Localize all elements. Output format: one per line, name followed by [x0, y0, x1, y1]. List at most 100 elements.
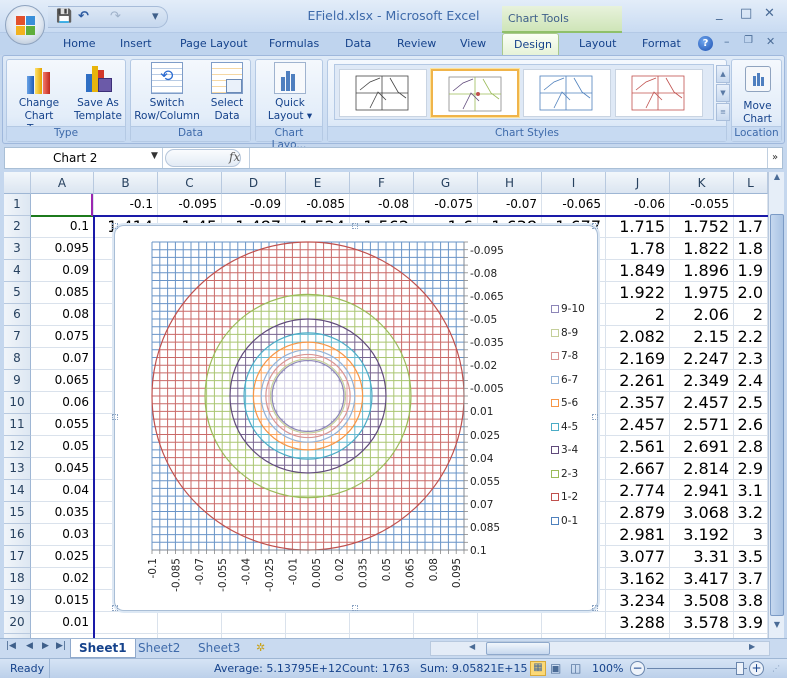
cell-k7[interactable]: 2.15	[670, 326, 734, 348]
cell-k2[interactable]: 1.752	[670, 216, 734, 238]
first-sheet-icon[interactable]: |◀	[6, 641, 16, 651]
cell-j2[interactable]: 1.715	[606, 216, 670, 238]
cell-l10[interactable]: 2.5	[734, 392, 768, 414]
vertical-scrollbar[interactable]: ▲ ▼	[768, 172, 784, 638]
legend-item-2-3[interactable]: 2-3	[551, 468, 578, 480]
horizontal-scrollbar[interactable]: ◀ ▶	[430, 641, 770, 656]
tab-page-layout[interactable]: Page Layout	[180, 37, 248, 50]
cell-a11[interactable]: 0.055	[31, 414, 94, 436]
table-cell[interactable]	[350, 612, 414, 634]
cell-k1[interactable]: -0.055	[670, 194, 734, 216]
row-header-7[interactable]: 7	[4, 326, 31, 348]
cell-j18[interactable]: 3.162	[606, 568, 670, 590]
cell-k14[interactable]: 2.941	[670, 480, 734, 502]
chart-style-3[interactable]	[523, 69, 611, 117]
legend-item-6-7[interactable]: 6-7	[551, 374, 578, 386]
cell-a10[interactable]: 0.06	[31, 392, 94, 414]
cell-a9[interactable]: 0.065	[31, 370, 94, 392]
cell-k9[interactable]: 2.349	[670, 370, 734, 392]
cell-f1[interactable]: -0.08	[350, 194, 414, 216]
column-header-g[interactable]: G	[414, 172, 478, 194]
cell-a14[interactable]: 0.04	[31, 480, 94, 502]
scroll-left-icon[interactable]: ◀	[469, 642, 475, 651]
cell-j1[interactable]: -0.06	[606, 194, 670, 216]
column-header-h[interactable]: H	[478, 172, 542, 194]
cell-k6[interactable]: 2.06	[670, 304, 734, 326]
cell-a4[interactable]: 0.09	[31, 260, 94, 282]
cell-k13[interactable]: 2.814	[670, 458, 734, 480]
column-header-l[interactable]: L	[734, 172, 768, 194]
cell-c1[interactable]: -0.095	[158, 194, 222, 216]
cell-j10[interactable]: 2.357	[606, 392, 670, 414]
cell-j9[interactable]: 2.261	[606, 370, 670, 392]
cell-b1[interactable]: -0.1	[94, 194, 158, 216]
column-header-f[interactable]: F	[350, 172, 414, 194]
vertical-scroll-thumb[interactable]	[770, 214, 784, 616]
cell-l3[interactable]: 1.8	[734, 238, 768, 260]
styles-scroll-up-button[interactable]: ▲	[716, 65, 730, 83]
cell-l20[interactable]: 3.9	[734, 612, 768, 634]
row-header-8[interactable]: 8	[4, 348, 31, 370]
cell-a19[interactable]: 0.015	[31, 590, 94, 612]
table-cell[interactable]	[414, 612, 478, 634]
close-button[interactable]: ✕	[764, 6, 775, 21]
save-as-template-button[interactable]: Save As Template	[71, 62, 125, 123]
chart-style-2[interactable]	[431, 69, 519, 117]
cell-j15[interactable]: 2.879	[606, 502, 670, 524]
next-sheet-icon[interactable]: ▶	[42, 641, 49, 651]
cell-j3[interactable]: 1.78	[606, 238, 670, 260]
office-button[interactable]	[5, 5, 45, 45]
cell-l14[interactable]: 3.1	[734, 480, 768, 502]
name-box[interactable]: Chart 2	[5, 148, 163, 168]
redo-icon[interactable]: ↷	[110, 10, 121, 24]
cell-a15[interactable]: 0.035	[31, 502, 94, 524]
tab-insert[interactable]: Insert	[120, 37, 152, 50]
name-box-dropdown-icon[interactable]: ▼	[151, 151, 158, 161]
legend-item-0-1[interactable]: 0-1	[551, 515, 578, 527]
legend-item-8-9[interactable]: 8-9	[551, 327, 578, 339]
cell-e1[interactable]: -0.085	[286, 194, 350, 216]
maximize-button[interactable]: □	[740, 6, 752, 21]
tab-review[interactable]: Review	[397, 37, 436, 50]
row-header-6[interactable]: 6	[4, 304, 31, 326]
cell-j6[interactable]: 2	[606, 304, 670, 326]
cell-j4[interactable]: 1.849	[606, 260, 670, 282]
customize-qat-icon[interactable]: ▾	[152, 10, 159, 24]
cell-l7[interactable]: 2.2	[734, 326, 768, 348]
scroll-up-icon[interactable]: ▲	[770, 172, 784, 188]
chart-style-4[interactable]	[615, 69, 703, 117]
cell-k8[interactable]: 2.247	[670, 348, 734, 370]
row-header-20[interactable]: 20	[4, 612, 31, 634]
table-cell[interactable]	[286, 612, 350, 634]
help-icon[interactable]: ?	[698, 36, 713, 51]
insert-sheet-icon[interactable]: ✲	[256, 641, 265, 654]
row-header-5[interactable]: 5	[4, 282, 31, 304]
save-icon[interactable]: 💾	[56, 10, 72, 24]
prev-sheet-icon[interactable]: ◀	[26, 641, 33, 651]
cell-l2[interactable]: 1.7	[734, 216, 768, 238]
cell-l13[interactable]: 2.9	[734, 458, 768, 480]
expand-formula-bar-icon[interactable]: »	[767, 148, 782, 168]
normal-view-button[interactable]: ▦	[530, 661, 546, 676]
cell-k15[interactable]: 3.068	[670, 502, 734, 524]
tab-formulas[interactable]: Formulas	[269, 37, 319, 50]
table-cell[interactable]	[158, 612, 222, 634]
cell-a18[interactable]: 0.02	[31, 568, 94, 590]
legend-item-1-2[interactable]: 1-2	[551, 491, 578, 503]
move-chart-button[interactable]: Move Chart	[734, 62, 781, 126]
switch-row-column-button[interactable]: ⟲ Switch Row/Column	[134, 62, 200, 123]
horizontal-scroll-thumb[interactable]	[486, 642, 550, 655]
row-header-16[interactable]: 16	[4, 524, 31, 546]
contour-chart[interactable]: -0.1 -0.085 -0.07 -0.055 -0.04 -0.025 -0.01 0.0…	[112, 223, 598, 611]
cell-i1[interactable]: -0.065	[542, 194, 606, 216]
sheet-tab-sheet2[interactable]: Sheet2	[130, 639, 188, 658]
cell-l9[interactable]: 2.4	[734, 370, 768, 392]
cell-k12[interactable]: 2.691	[670, 436, 734, 458]
resize-grip-icon[interactable]: ⋰	[772, 664, 780, 673]
cell-l4[interactable]: 1.9	[734, 260, 768, 282]
row-header-14[interactable]: 14	[4, 480, 31, 502]
row-header-12[interactable]: 12	[4, 436, 31, 458]
chart-resize-handle[interactable]	[592, 223, 598, 229]
cell-j8[interactable]: 2.169	[606, 348, 670, 370]
legend-item-5-6[interactable]: 5-6	[551, 397, 578, 409]
